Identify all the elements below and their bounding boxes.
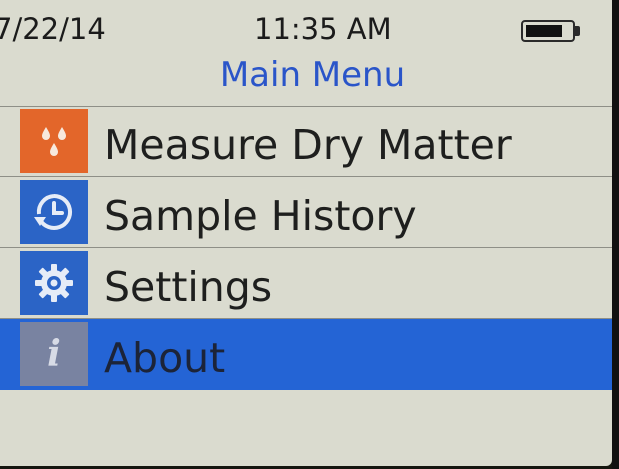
clock-history-icon: [20, 180, 88, 244]
status-date: 7/22/14: [0, 12, 106, 46]
page-title: Main Menu: [219, 55, 406, 95]
menu-item-settings[interactable]: Settings: [0, 248, 612, 319]
menu-item-label: Sample History: [104, 192, 417, 240]
device-bezel: [612, 0, 619, 469]
menu-item-measure-dry-matter[interactable]: Measure Dry Matter: [0, 106, 612, 177]
menu-item-sample-history[interactable]: Sample History: [0, 177, 612, 248]
gear-icon: [20, 251, 88, 315]
info-icon: i: [20, 322, 88, 386]
battery-icon: [521, 20, 581, 42]
menu-item-about[interactable]: i About: [0, 319, 612, 390]
drops-icon: [20, 109, 88, 173]
status-time: 11:35 AM: [254, 12, 392, 46]
menu-item-label: Settings: [104, 263, 273, 311]
menu-item-label: Measure Dry Matter: [104, 121, 512, 169]
menu-item-label: About: [104, 334, 226, 382]
device-screen: 7/22/14 11:35 AM Main Menu Measure Dry M…: [0, 0, 612, 466]
